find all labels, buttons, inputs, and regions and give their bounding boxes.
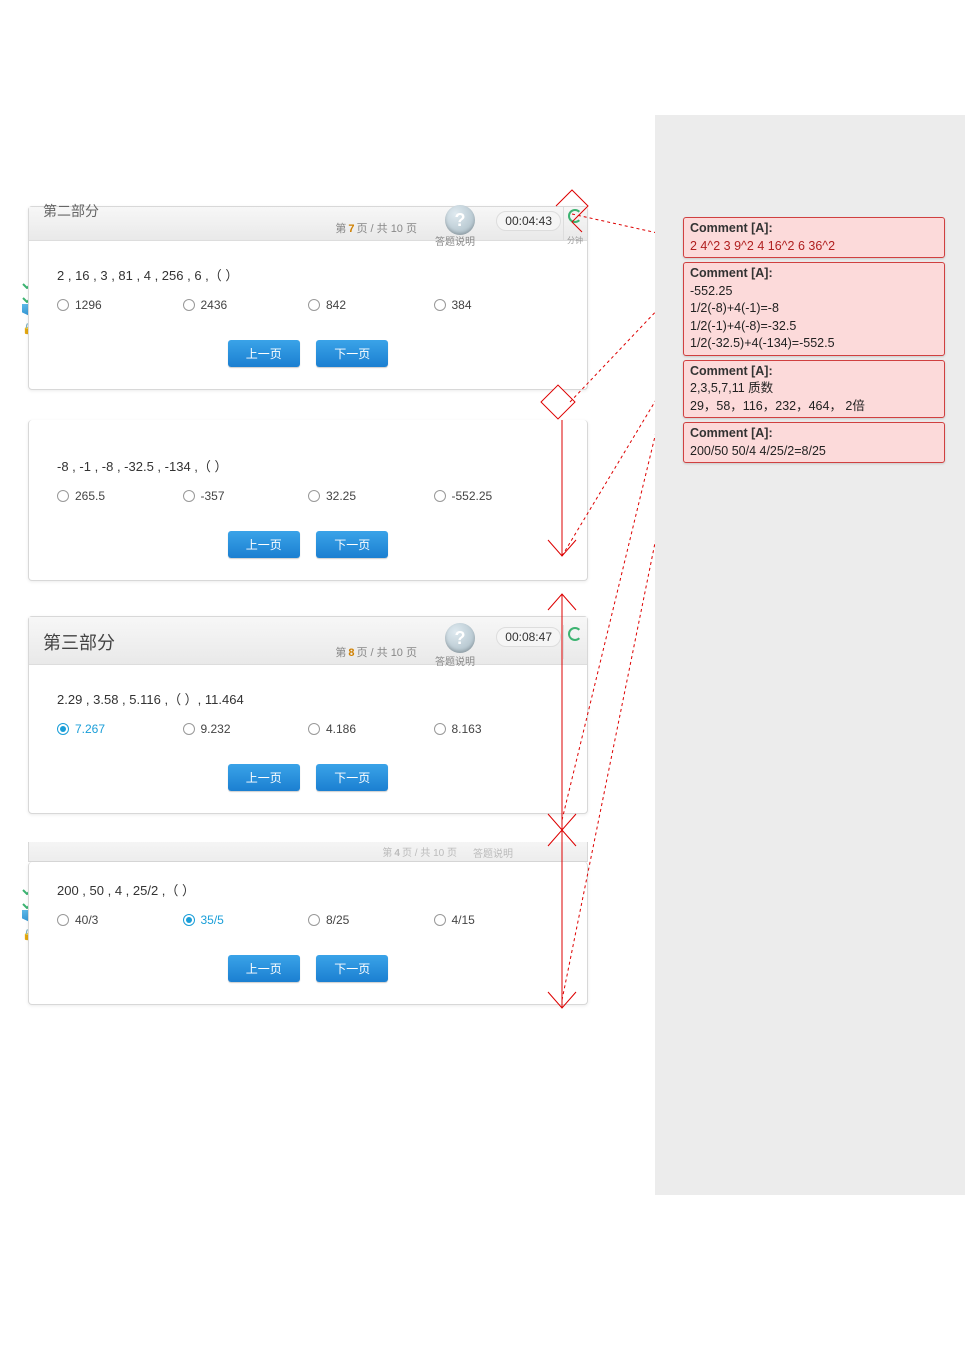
comment-box[interactable]: Comment [A]: 200/50 50/4 4/25/2=8/25 — [683, 422, 945, 463]
page-indicator: 第7页 / 共 10 页 — [335, 220, 417, 236]
prev-button[interactable]: 上一页 — [228, 531, 300, 558]
section-title: 第三部分 — [43, 629, 115, 655]
page-indicator: 第8页 / 共 10 页 — [335, 644, 417, 660]
info-header: 第4页 / 共 10 页 答题说明 — [28, 842, 588, 862]
option-b[interactable]: 35/5 — [183, 913, 309, 927]
next-button[interactable]: 下一页 — [316, 955, 388, 982]
timer: 00:08:47 — [496, 627, 561, 647]
help-label: 答题说明 — [435, 233, 475, 248]
comment-header: Comment [A]: — [690, 425, 938, 443]
option-c[interactable]: 8/25 — [308, 913, 434, 927]
option-a[interactable]: 7.267 — [57, 722, 183, 736]
next-button[interactable]: 下一页 — [316, 764, 388, 791]
option-b[interactable]: -357 — [183, 489, 309, 503]
comment-box[interactable]: Comment [A]: 2 4^2 3 9^2 4 16^2 6 36^2 — [683, 217, 945, 258]
option-d[interactable]: -552.25 — [434, 489, 560, 503]
help-label: 答题说明 — [473, 845, 513, 860]
help-icon[interactable]: ? — [445, 205, 475, 235]
comment-box[interactable]: Comment [A]: 2,3,5,7,11 质数 29，58，116，232… — [683, 360, 945, 419]
comment-body: 2 4^2 3 9^2 4 16^2 6 36^2 — [690, 238, 938, 256]
gauge-icon — [563, 625, 581, 659]
option-b[interactable]: 2436 — [183, 298, 309, 312]
comment-box[interactable]: Comment [A]: -552.25 1/2(-8)+4(-1)=-8 1/… — [683, 262, 945, 356]
option-a[interactable]: 265.5 — [57, 489, 183, 503]
option-c[interactable]: 842 — [308, 298, 434, 312]
option-b[interactable]: 9.232 — [183, 722, 309, 736]
timer: 00:04:43 — [496, 211, 561, 231]
comment-header: Comment [A]: — [690, 363, 938, 381]
comment-body: -552.25 1/2(-8)+4(-1)=-8 1/2(-1)+4(-8)=-… — [690, 283, 938, 353]
option-a[interactable]: 1296 — [57, 298, 183, 312]
option-d[interactable]: 4/15 — [434, 913, 560, 927]
question-text: 200 , 50 , 4 , 25/2 ,（ ） — [57, 880, 559, 899]
prev-button[interactable]: 上一页 — [228, 764, 300, 791]
option-a[interactable]: 40/3 — [57, 913, 183, 927]
panel-header: 第二部分 第7页 / 共 10 页 ? 答题说明 00:04:43 分钟 — [29, 207, 587, 241]
prev-button[interactable]: 上一页 — [228, 340, 300, 367]
option-d[interactable]: 8.163 — [434, 722, 560, 736]
comment-body: 200/50 50/4 4/25/2=8/25 — [690, 443, 938, 461]
option-d[interactable]: 384 — [434, 298, 560, 312]
comment-body: 2,3,5,7,11 质数 29，58，116，232，464， 2倍 — [690, 380, 938, 415]
next-button[interactable]: 下一页 — [316, 340, 388, 367]
gauge-label: 分钟 — [567, 235, 583, 246]
question-text: -8 , -1 , -8 , -32.5 , -134 ,（ ） — [57, 456, 559, 475]
question-text: 2.29 , 3.58 , 5.116 ,（ ）, 11.464 — [57, 689, 559, 708]
comment-header: Comment [A]: — [690, 265, 938, 283]
panel-header: 第三部分 第8页 / 共 10 页 ? 答题说明 00:08:47 — [29, 617, 587, 665]
section-title: 第二部分 — [43, 201, 99, 219]
comment-header: Comment [A]: — [690, 220, 938, 238]
help-icon[interactable]: ? — [445, 623, 475, 653]
option-c[interactable]: 32.25 — [308, 489, 434, 503]
page-indicator: 第4页 / 共 10 页 — [382, 844, 457, 859]
prev-button[interactable]: 上一页 — [228, 955, 300, 982]
question-text: 2 , 16 , 3 , 81 , 4 , 256 , 6 ,（ ） — [57, 265, 559, 284]
next-button[interactable]: 下一页 — [316, 531, 388, 558]
option-c[interactable]: 4.186 — [308, 722, 434, 736]
help-label: 答题说明 — [435, 653, 475, 668]
